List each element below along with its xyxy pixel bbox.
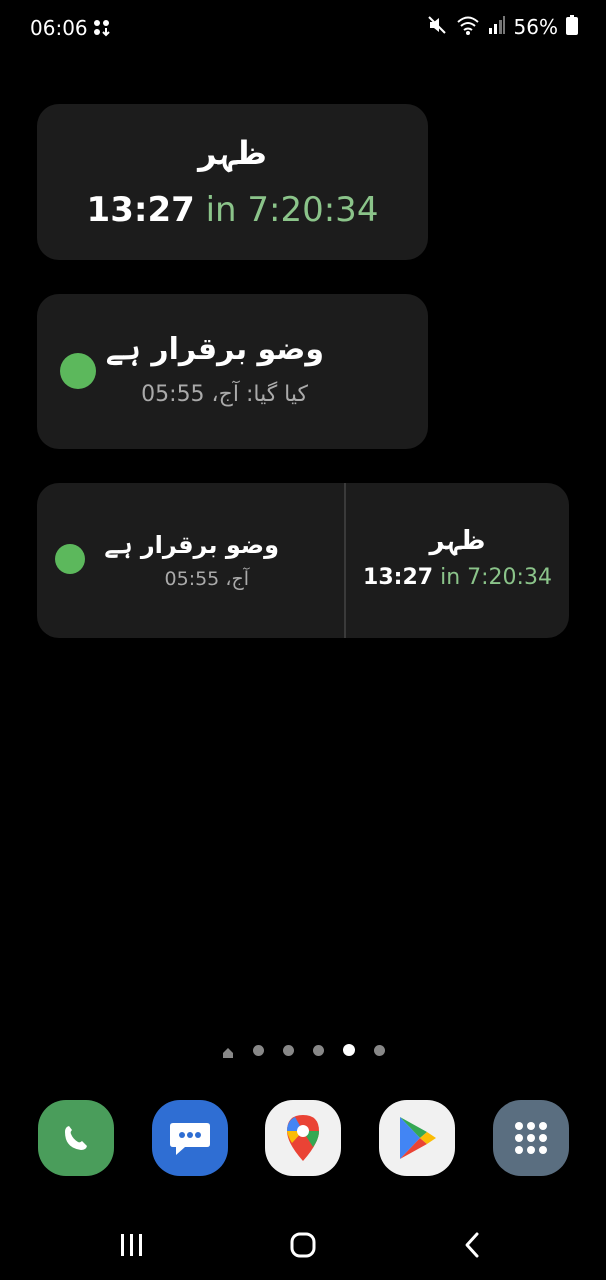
wudu-performed-time: کیا گیا: آج، 05:55 <box>141 382 308 407</box>
prayer-name: ظہر <box>198 134 267 172</box>
home-button[interactable] <box>283 1228 323 1262</box>
wifi-icon <box>456 14 480 40</box>
navigation-bar <box>0 1210 606 1280</box>
signal-icon <box>488 14 506 40</box>
widget-divider <box>344 483 346 638</box>
wudu-status-dot <box>55 544 85 574</box>
prayer-name: ظہر <box>429 526 486 556</box>
prayer-time-line: 13:27 in 7:20:34 <box>37 190 428 230</box>
wudu-performed-time: آج، 05:55 <box>164 568 249 590</box>
status-bar: 06:06 56% <box>0 0 606 56</box>
wudu-status-text: وضو برقرار ہے <box>104 531 279 559</box>
prayer-countdown: in 7:20:34 <box>440 565 552 590</box>
page-dot[interactable] <box>312 1044 324 1056</box>
notification-icon <box>92 18 112 38</box>
recents-button[interactable] <box>112 1228 152 1262</box>
messages-app-icon[interactable] <box>152 1100 228 1176</box>
wudu-status-text: وضو برقرار ہے <box>105 332 324 367</box>
home-page-icon[interactable] <box>222 1044 234 1058</box>
prayer-widget[interactable]: ظہر 13:27 in 7:20:34 <box>37 104 428 260</box>
maps-app-icon[interactable] <box>265 1100 341 1176</box>
prayer-time-line: 13:27 in 7:20:34 <box>346 565 569 590</box>
mute-icon <box>426 14 448 40</box>
battery-icon <box>566 15 578 39</box>
phone-app-icon[interactable] <box>38 1100 114 1176</box>
prayer-countdown: in 7:20:34 <box>205 190 379 230</box>
prayer-time: 13:27 <box>363 565 434 590</box>
recents-icon <box>121 1234 142 1256</box>
back-button[interactable] <box>452 1228 492 1262</box>
battery-percent: 56% <box>513 15 558 39</box>
app-drawer-icon[interactable] <box>493 1100 569 1176</box>
page-dot-active[interactable] <box>342 1044 355 1056</box>
prayer-time: 13:27 <box>86 190 195 230</box>
page-dot[interactable] <box>252 1044 264 1056</box>
page-dot[interactable] <box>373 1044 385 1056</box>
play-store-app-icon[interactable] <box>379 1100 455 1176</box>
combined-widget[interactable]: وضو برقرار ہے آج، 05:55 ظہر 13:27 in 7:2… <box>37 483 569 638</box>
home-icon <box>290 1232 316 1258</box>
wudu-widget[interactable]: وضو برقرار ہے کیا گیا: آج، 05:55 <box>37 294 428 449</box>
status-icons: 56% <box>426 14 578 40</box>
app-dock <box>0 1100 606 1180</box>
page-indicator[interactable] <box>0 1044 606 1058</box>
back-icon <box>465 1232 479 1258</box>
page-dot[interactable] <box>282 1044 294 1056</box>
status-time: 06:06 <box>30 16 88 40</box>
wudu-status-dot <box>60 353 96 389</box>
